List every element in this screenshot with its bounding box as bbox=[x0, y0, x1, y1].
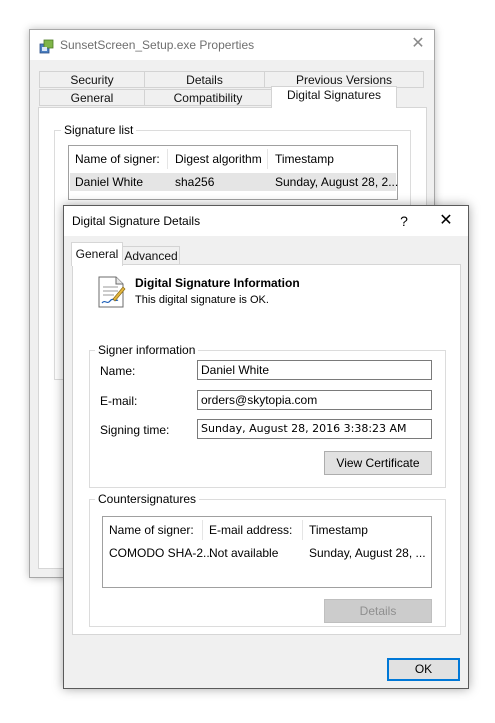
signature-info-heading: Digital Signature Information bbox=[135, 276, 300, 290]
dialog-title: Digital Signature Details bbox=[72, 214, 201, 228]
column-header-name[interactable]: Name of signer: bbox=[109, 523, 194, 537]
dialog-titlebar: Digital Signature Details ? ✕ bbox=[64, 206, 468, 236]
column-header-timestamp[interactable]: Timestamp bbox=[309, 523, 368, 537]
tab-general[interactable]: General bbox=[71, 242, 123, 266]
tab-general[interactable]: General bbox=[39, 89, 145, 106]
signature-details-dialog: Digital Signature Details ? ✕ Advanced D… bbox=[63, 205, 469, 689]
tab-digital-signatures[interactable]: Digital Signatures bbox=[271, 86, 397, 108]
column-header-digest[interactable]: Digest algorithm bbox=[175, 152, 262, 166]
column-header-email[interactable]: E-mail address: bbox=[209, 523, 292, 537]
tab-compatibility[interactable]: Compatibility bbox=[144, 89, 272, 106]
countersigner-name-cell: COMODO SHA-2... bbox=[109, 546, 214, 560]
timestamp-cell: Sunday, August 28, 2... bbox=[275, 175, 399, 189]
signing-time-field[interactable]: Sunday, August 28, 2016 3:38:23 AM bbox=[197, 419, 432, 439]
general-tab-pane: Digital Signature Information This digit… bbox=[72, 264, 461, 635]
table-row[interactable]: Daniel White sha256 Sunday, August 28, 2… bbox=[70, 173, 399, 191]
close-icon[interactable]: ✕ bbox=[436, 211, 456, 231]
properties-titlebar: SunsetScreen_Setup.exe Properties ✕ bbox=[30, 30, 434, 60]
column-divider bbox=[202, 520, 203, 540]
ok-button[interactable]: OK bbox=[387, 658, 460, 681]
table-row[interactable]: COMODO SHA-2... Not available Sunday, Au… bbox=[104, 544, 430, 562]
countersignatures-list[interactable]: Name of signer: E-mail address: Timestam… bbox=[102, 516, 432, 588]
signer-email-field[interactable]: orders@skytopia.com bbox=[197, 390, 432, 410]
name-label: Name: bbox=[100, 364, 136, 378]
digest-cell: sha256 bbox=[175, 175, 215, 189]
countersigner-timestamp-cell: Sunday, August 28, ... bbox=[309, 546, 426, 560]
column-header-timestamp[interactable]: Timestamp bbox=[275, 152, 334, 166]
view-certificate-button[interactable]: View Certificate bbox=[324, 451, 432, 475]
tab-advanced[interactable]: Advanced bbox=[122, 246, 180, 265]
tab-details[interactable]: Details bbox=[144, 71, 265, 88]
signature-list-label: Signature list bbox=[61, 123, 137, 137]
signature-status-text: This digital signature is OK. bbox=[135, 294, 269, 306]
close-icon[interactable]: ✕ bbox=[408, 34, 428, 54]
signature-list[interactable]: Name of signer: Digest algorithm Timesta… bbox=[68, 145, 398, 200]
email-label: E-mail: bbox=[100, 394, 138, 408]
column-header-name[interactable]: Name of signer: bbox=[75, 152, 160, 166]
installer-app-icon bbox=[39, 39, 54, 54]
column-divider bbox=[267, 149, 268, 169]
column-divider bbox=[167, 149, 168, 169]
help-icon[interactable]: ? bbox=[394, 211, 414, 231]
countersigner-email-cell: Not available bbox=[209, 546, 279, 560]
signer-information-label: Signer information bbox=[95, 343, 199, 357]
countersignatures-label: Countersignatures bbox=[95, 492, 200, 506]
signing-time-label: Signing time: bbox=[100, 423, 170, 437]
signer-name-field[interactable]: Daniel White bbox=[197, 360, 432, 380]
signer-name-cell: Daniel White bbox=[75, 175, 144, 189]
properties-window-title: SunsetScreen_Setup.exe Properties bbox=[60, 38, 255, 52]
details-button[interactable]: Details bbox=[324, 599, 432, 623]
signed-document-icon bbox=[98, 276, 126, 308]
tab-security[interactable]: Security bbox=[39, 71, 145, 88]
column-divider bbox=[302, 520, 303, 540]
